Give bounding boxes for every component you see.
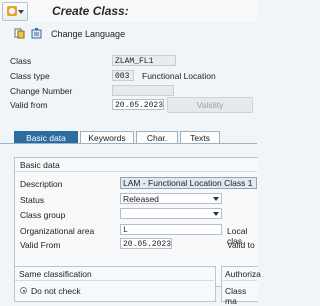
description-label: Description <box>20 179 63 189</box>
class-type-text: Functional Location <box>142 71 216 81</box>
authorization-title: Authoriza <box>225 269 261 279</box>
chevron-down-icon <box>213 197 219 201</box>
class-group-dropdown[interactable] <box>120 208 222 219</box>
class-label: Class <box>10 56 32 66</box>
chevron-down-icon <box>213 212 219 216</box>
valid-from-field-2[interactable]: 20.05.2023 <box>120 238 172 249</box>
divider <box>222 280 257 281</box>
same-classification-title: Same classification <box>19 269 92 279</box>
chevron-down-icon <box>18 10 24 14</box>
status-value: Released <box>123 194 159 204</box>
change-number-field[interactable] <box>112 85 174 96</box>
sap-menu-icon <box>7 6 17 16</box>
do-not-check-label: Do not check <box>31 286 81 296</box>
class-type-label: Class type <box>10 71 50 81</box>
class-field: ZLAM_FL1 <box>112 55 176 66</box>
change-number-label: Change Number <box>10 86 73 96</box>
validity-button[interactable]: Validity <box>167 97 253 113</box>
other-object-icon[interactable] <box>14 28 25 39</box>
org-area-label: Organizational area <box>20 226 95 236</box>
change-language-button[interactable]: Change Language <box>51 29 125 39</box>
valid-from-label-2: Valid From <box>20 240 61 250</box>
valid-to-label: Valid to <box>227 240 255 250</box>
tab-divider <box>0 143 257 144</box>
basic-data-title: Basic data <box>20 160 60 170</box>
valid-from-label: Valid from <box>10 100 48 110</box>
status-label: Status <box>20 195 45 205</box>
description-field[interactable]: LAM - Functional Location Class 1 <box>120 177 257 189</box>
class-type-field: 003 <box>112 70 134 81</box>
menu-button[interactable] <box>2 2 28 21</box>
class-group-label: Class group <box>20 210 66 220</box>
do-not-check-radio[interactable] <box>20 287 27 294</box>
org-area-field[interactable]: L <box>120 224 222 235</box>
valid-from-field[interactable]: 20.05.2023 <box>112 99 164 110</box>
class-maint-label: Class ma <box>225 286 247 306</box>
divider <box>15 171 257 172</box>
divider <box>15 280 214 281</box>
status-dropdown[interactable]: Released <box>120 193 222 204</box>
change-language-icon[interactable] <box>31 28 42 39</box>
page-title: Create Class: <box>52 4 129 18</box>
